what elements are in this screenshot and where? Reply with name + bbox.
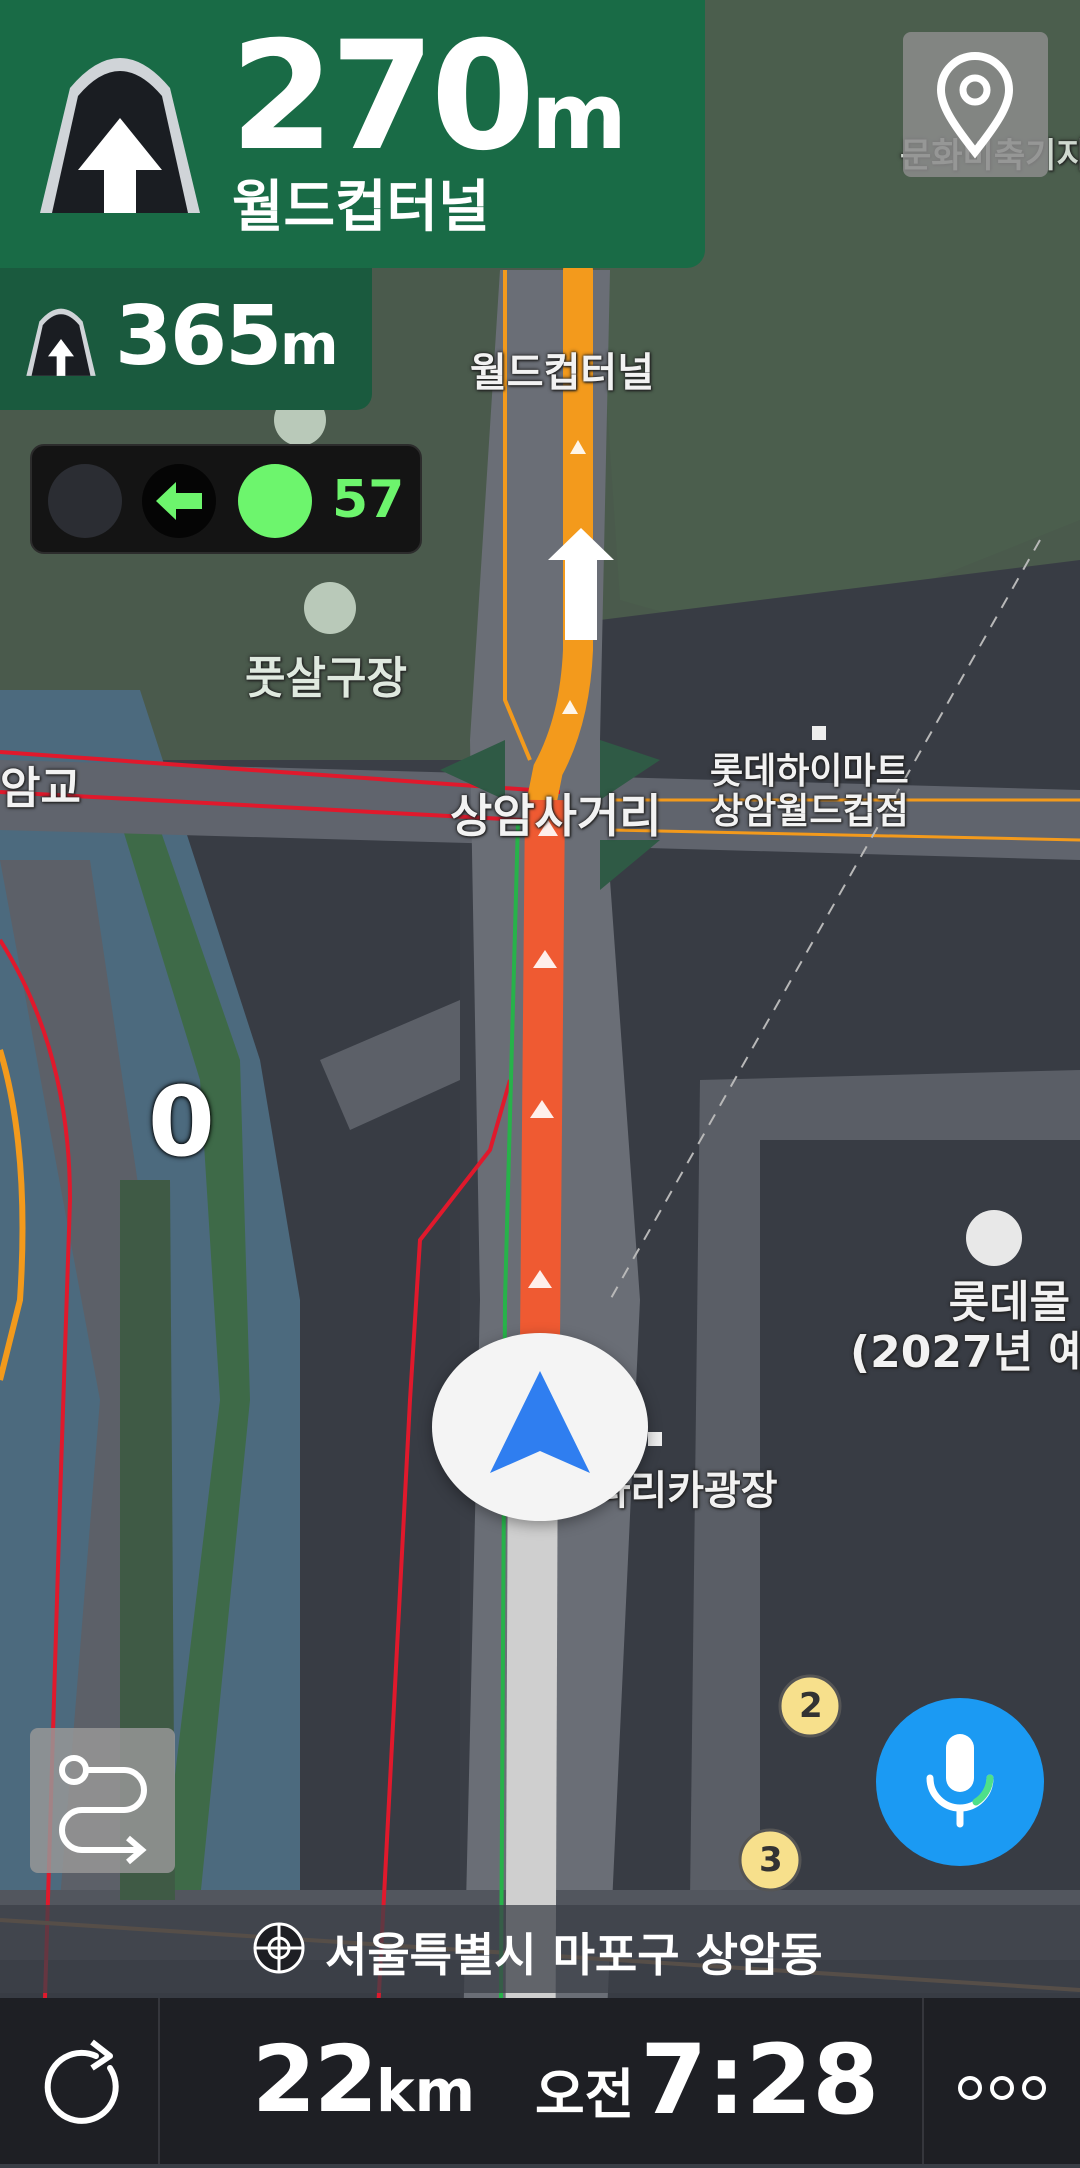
map-label-intersection: 상암사거리 [450, 789, 662, 843]
more-dot [1022, 2076, 1046, 2100]
tunnel-icon [26, 308, 96, 376]
more-dot [958, 2076, 982, 2100]
route-icon [59, 1755, 147, 1865]
bus-stop-2-label: 2 [799, 1686, 823, 1726]
refresh-icon [44, 2039, 119, 2124]
futsal-icon [304, 582, 356, 634]
turn-distance-value: 270 [230, 10, 535, 184]
signal-green-light [238, 464, 312, 538]
route-options-button[interactable] [30, 1728, 175, 1873]
next-distance: 365m [115, 296, 339, 378]
mart-line-1: 롯데하이마트 [710, 751, 909, 792]
turn-distance-unit: m [531, 63, 627, 170]
turn-instruction-card[interactable]: 270m 월드컵터널 [0, 0, 705, 268]
route-line-red [520, 799, 565, 1341]
navigation-arrow-icon [490, 1371, 590, 1473]
remaining-distance: 22km [252, 2034, 475, 2126]
signal-left-arrow [142, 464, 216, 538]
mall-line-2: (2027년 예 [850, 1327, 1080, 1378]
more-dot [990, 2076, 1014, 2100]
map-label-futsal: 풋살구장 [245, 653, 407, 704]
next-distance-value: 365 [115, 289, 282, 384]
shopping-cart-icon [966, 1210, 1022, 1266]
arrival-ampm: 오전 [535, 2063, 635, 2126]
remaining-distance-unit: km [376, 2057, 476, 2125]
current-address: 서울특별시 마포구 상암동 [325, 1928, 823, 1982]
bus-stop-3-label: 3 [759, 1840, 783, 1880]
map-label-mall: 롯데몰 (2027년 예 [850, 1278, 1080, 1378]
next-distance-unit: m [280, 313, 339, 378]
divider [158, 1998, 160, 2164]
map-label-bridge: 암교 [0, 763, 81, 814]
map-label-tunnel: 월드컵터널 [470, 350, 654, 396]
turn-distance: 270m [230, 22, 627, 172]
arrival-time-value: 7:28 [640, 2024, 880, 2136]
left-arrow-icon [156, 482, 202, 520]
signal-light-off [48, 464, 122, 538]
crosshair-icon [253, 1922, 305, 1974]
current-location-marker [432, 1333, 648, 1521]
arrival-time: 오전7:28 [535, 2032, 879, 2128]
bottom-status-bar: 22km 오전7:28 [0, 1998, 1080, 2164]
reroute-button[interactable] [0, 1998, 158, 2164]
speed-camera-marker: 0 [148, 1066, 215, 1178]
voice-search-button[interactable] [876, 1698, 1044, 1866]
location-pin-button[interactable] [903, 32, 1048, 177]
tunnel-straight-icon [40, 58, 200, 213]
signal-countdown: 57 [332, 470, 405, 530]
current-address-bar: 서울특별시 마포구 상암동 [0, 1905, 1080, 1993]
more-options-button[interactable] [922, 1998, 1080, 2164]
next-instruction-card[interactable]: 365m [0, 268, 372, 410]
turn-road-name: 월드컵터널 [232, 175, 490, 240]
microphone-icon [926, 1734, 994, 1828]
mall-line-1: 롯데몰 [948, 1277, 1071, 1328]
remaining-distance-value: 22 [252, 2026, 378, 2133]
traffic-signal-panel: 57 [30, 444, 422, 554]
map-label-mart: 롯데하이마트 상암월드컵점 [710, 752, 909, 832]
location-pin-icon [936, 52, 1014, 159]
mart-line-2: 상암월드컵점 [710, 791, 909, 832]
